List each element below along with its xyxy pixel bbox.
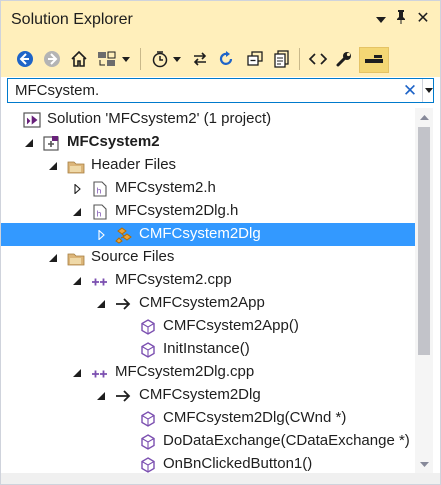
class-icon	[115, 226, 133, 244]
class-arrow-icon	[115, 295, 133, 313]
header-file-icon: h	[91, 203, 109, 221]
tree-item-label: CMFCsystem2App()	[163, 317, 299, 334]
tree-item-label: CMFCsystem2App	[139, 294, 265, 311]
title-bar: Solution Explorer ✕	[1, 1, 440, 39]
toolbar	[1, 39, 440, 77]
tree-item-label: Source Files	[91, 248, 175, 265]
folder-icon	[67, 157, 85, 175]
pending-changes-filter-icon[interactable]	[149, 48, 171, 70]
method-icon	[139, 341, 157, 359]
svg-text:h: h	[97, 187, 102, 196]
solution-icon	[23, 111, 41, 129]
tree-item-folder[interactable]: Header Files	[1, 154, 415, 177]
filter-dropdown-chevron-down-icon[interactable]	[171, 48, 183, 70]
method-icon	[139, 410, 157, 428]
method-icon	[139, 433, 157, 451]
tree-item-class-arrow[interactable]: CMFCsystem2Dlg	[1, 384, 415, 407]
search-input[interactable]	[8, 79, 405, 102]
folder-icon	[67, 249, 85, 267]
solution-explorer-window: Solution Explorer ✕ MFCsystem. ✕ Solutio…	[0, 0, 441, 485]
vertical-scrollbar[interactable]	[415, 108, 433, 473]
back-icon[interactable]	[14, 48, 36, 70]
expanded-arrow-icon[interactable]	[45, 246, 61, 269]
preview-selected-items-button[interactable]	[359, 47, 389, 73]
window-menu-chevron-down-icon[interactable]	[371, 9, 391, 29]
expanded-arrow-icon[interactable]	[69, 269, 85, 292]
tree-item-label: CMFCsystem2Dlg(CWnd *)	[163, 409, 347, 426]
header-file-icon: h	[91, 180, 109, 198]
tree-item-class[interactable]: CMFCsystem2Dlg	[1, 223, 415, 246]
pin-icon[interactable]	[391, 9, 411, 29]
home-icon[interactable]	[68, 48, 90, 70]
tree-item-label: CMFCsystem2Dlg	[139, 386, 261, 403]
collapsed-arrow-icon[interactable]	[69, 177, 85, 200]
tree-item-class-arrow[interactable]: CMFCsystem2App	[1, 292, 415, 315]
tree-item-cpp-file[interactable]: MFCsystem2.cpp	[1, 269, 415, 292]
svg-text:h: h	[97, 210, 102, 219]
search-box: ✕	[7, 78, 434, 103]
collapsed-arrow-icon[interactable]	[93, 223, 109, 246]
expanded-arrow-icon[interactable]	[93, 384, 109, 407]
tree-item-label: MFCsystem2.h	[115, 179, 216, 196]
cpp-file-icon	[91, 272, 109, 290]
tree-item-label: InitInstance()	[163, 340, 250, 357]
method-icon	[139, 456, 157, 473]
show-all-files-icon[interactable]	[271, 48, 293, 70]
tree-item-cpp-file[interactable]: MFCsystem2Dlg.cpp	[1, 361, 415, 384]
collapse-all-icon[interactable]	[244, 48, 266, 70]
search-options-chevron-down-icon[interactable]	[422, 79, 434, 102]
expanded-arrow-icon[interactable]	[45, 154, 61, 177]
view-code-icon[interactable]	[307, 48, 329, 70]
properties-wrench-icon[interactable]	[333, 48, 355, 70]
close-icon[interactable]: ✕	[413, 9, 433, 29]
expanded-arrow-icon[interactable]	[21, 131, 37, 154]
tree-item-method[interactable]: DoDataExchange(CDataExchange *)	[1, 430, 415, 453]
refresh-icon[interactable]	[215, 48, 237, 70]
toolbar-separator	[299, 48, 300, 70]
project-icon	[43, 134, 61, 152]
sync-dropdown-chevron-down-icon[interactable]	[120, 48, 132, 70]
tree-item-method[interactable]: InitInstance()	[1, 338, 415, 361]
tree-item-solution[interactable]: Solution 'MFCsystem2' (1 project)	[1, 108, 415, 131]
tree-item-label: MFCsystem2	[67, 133, 160, 150]
tree-item-project[interactable]: MFCsystem2	[1, 131, 415, 154]
tree-item-label: DoDataExchange(CDataExchange *)	[163, 432, 410, 449]
scroll-up-icon[interactable]	[415, 109, 433, 125]
method-icon	[139, 318, 157, 336]
tree-item-label: MFCsystem2Dlg.cpp	[115, 363, 255, 380]
sync-with-active-document-icon[interactable]	[96, 48, 118, 70]
scroll-down-icon[interactable]	[415, 456, 433, 472]
scrollbar-thumb[interactable]	[418, 127, 430, 355]
expanded-arrow-icon[interactable]	[69, 361, 85, 384]
tree-item-method[interactable]: OnBnClickedButton1()	[1, 453, 415, 473]
tree-item-method[interactable]: CMFCsystem2App()	[1, 315, 415, 338]
class-arrow-icon	[115, 387, 133, 405]
tree-item-label: MFCsystem2Dlg.h	[115, 202, 239, 219]
bottom-scroll-area	[1, 473, 440, 484]
expanded-arrow-icon[interactable]	[69, 200, 85, 223]
tree-item-label: CMFCsystem2Dlg	[139, 225, 261, 242]
cpp-file-icon	[91, 364, 109, 382]
tree-item-header-file[interactable]: h MFCsystem2.h	[1, 177, 415, 200]
clear-search-icon[interactable]: ✕	[401, 79, 419, 102]
tree-item-label: OnBnClickedButton1()	[163, 455, 313, 472]
tree-item-label: Solution 'MFCsystem2' (1 project)	[47, 110, 272, 127]
expanded-arrow-icon[interactable]	[93, 292, 109, 315]
forward-icon[interactable]	[41, 48, 63, 70]
tree-item-label: Header Files	[91, 156, 177, 173]
toolbar-separator	[140, 48, 141, 70]
tree-item-folder[interactable]: Source Files	[1, 246, 415, 269]
sync-arrows-icon[interactable]	[189, 48, 211, 70]
tree-item-header-file[interactable]: h MFCsystem2Dlg.h	[1, 200, 415, 223]
solution-tree: Solution 'MFCsystem2' (1 project) MFCsyst…	[1, 108, 415, 473]
tree-item-label: MFCsystem2.cpp	[115, 271, 232, 288]
window-title: Solution Explorer	[11, 11, 133, 28]
tree-item-method[interactable]: CMFCsystem2Dlg(CWnd *)	[1, 407, 415, 430]
